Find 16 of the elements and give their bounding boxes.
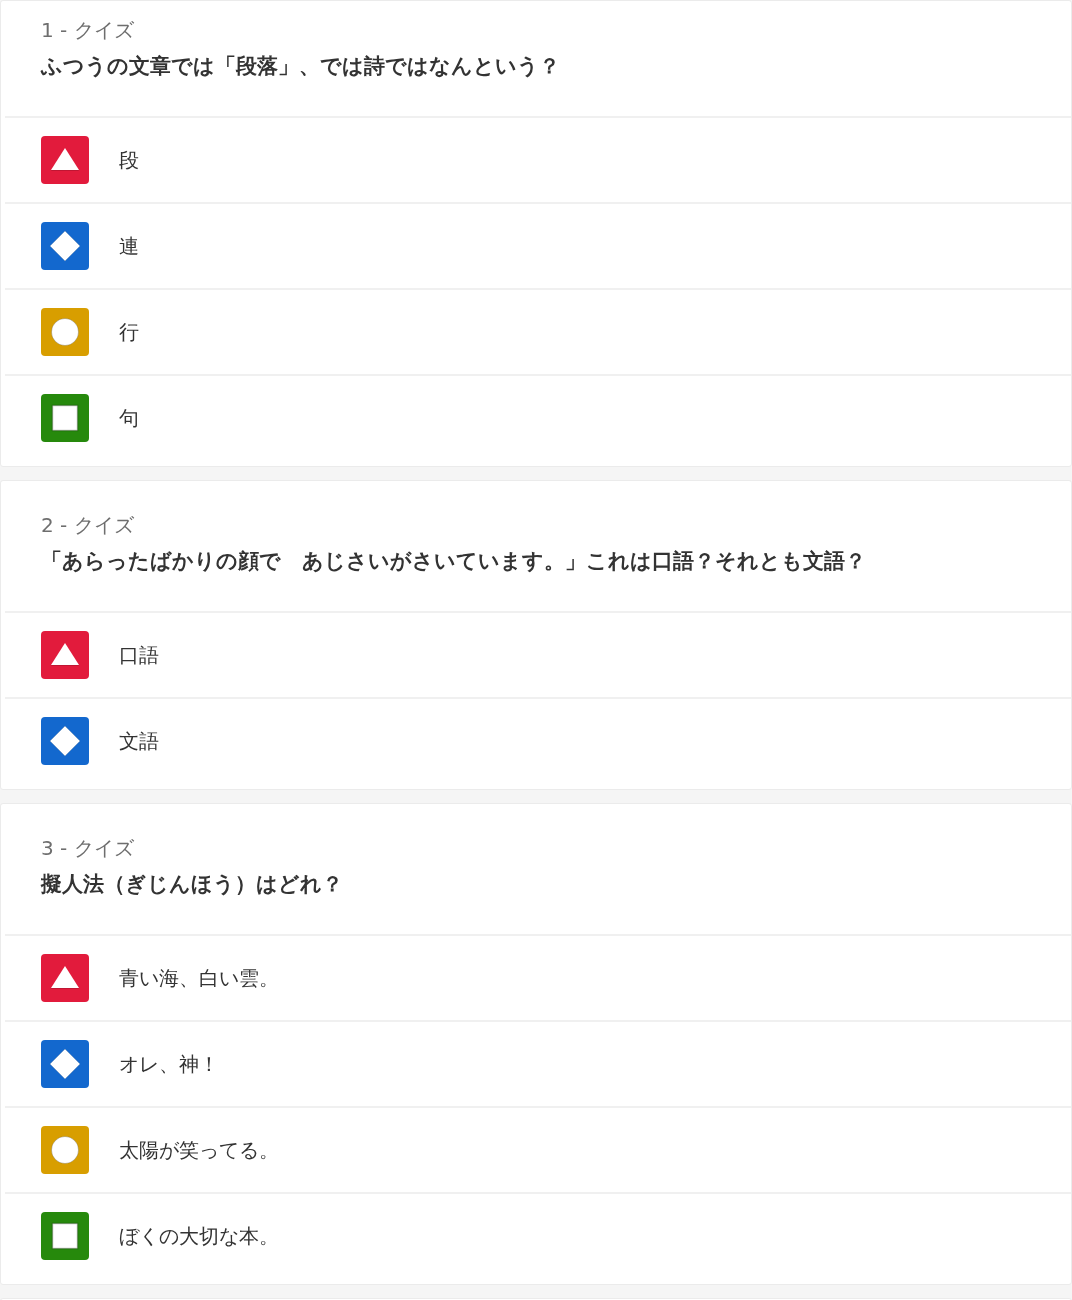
question-text: 「あらったばかりの顔で あじさいがさいています。」これは口語？それとも文語？ [41, 549, 866, 573]
answer-text: 太陽が笑ってる。 [119, 1138, 279, 1162]
answer-text: 句 [119, 406, 139, 430]
answer-text: ぼくの大切な本。 [119, 1224, 279, 1248]
answer-text: オレ、神！ [119, 1052, 219, 1076]
answer-text: 連 [119, 234, 139, 258]
answer-text: 青い海、白い雲。 [119, 966, 279, 990]
answer-text: 段 [119, 148, 139, 172]
quiz-label: 2 - クイズ [41, 513, 134, 537]
quiz-label: 1 - クイズ [41, 18, 134, 42]
answer-text: 口語 [119, 643, 159, 667]
quiz-label: 3 - クイズ [41, 836, 134, 860]
question-text: 擬人法（ぎじんほう）はどれ？ [41, 872, 343, 896]
answer-text: 文語 [119, 729, 159, 753]
answer-text: 行 [119, 320, 139, 344]
question-text: ふつうの文章では「段落」、では詩ではなんという？ [41, 54, 560, 78]
